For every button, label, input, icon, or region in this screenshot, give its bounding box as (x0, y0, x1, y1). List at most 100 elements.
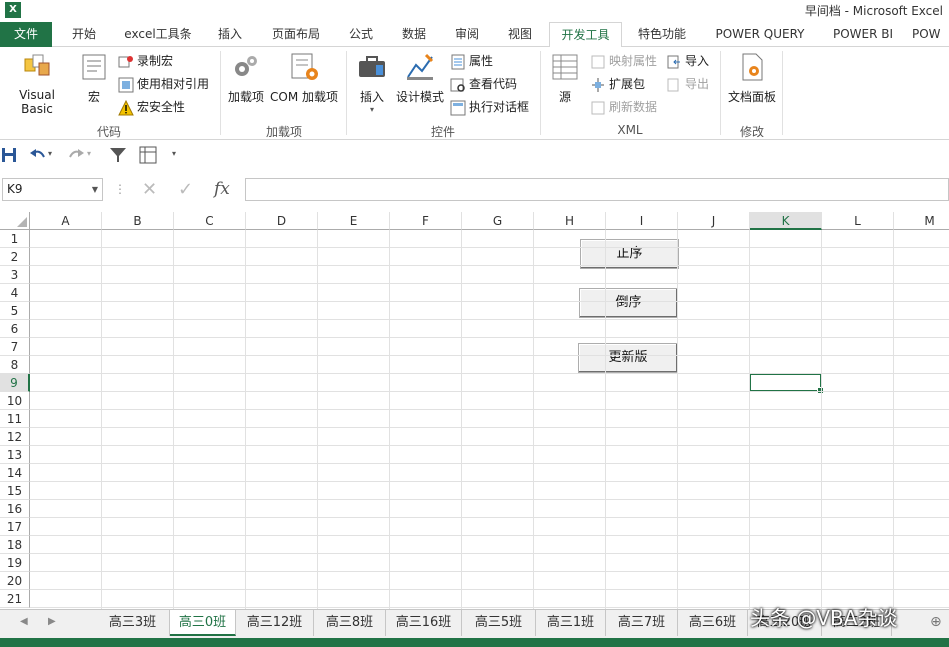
worksheet-grid[interactable]: ABCDEFGHIJKLM 1 2 3 4 5 6 7 8 9 10 11 12 13 14 15 16 17 1… (0, 212, 949, 609)
prev-sheet-icon[interactable]: ◀ (20, 616, 28, 627)
row-header[interactable]: 5 (0, 302, 30, 320)
document-panel-button[interactable]: 文档面板 (724, 51, 780, 105)
xml-import-button[interactable]: 导入 (666, 51, 709, 71)
tab-developer[interactable]: 开发工具 (549, 22, 622, 48)
row-header[interactable]: 3 (0, 266, 30, 284)
row-header[interactable]: 7 (0, 338, 30, 356)
macros-button[interactable]: 宏 (76, 51, 112, 105)
insert-control-button[interactable]: 插入 ▾ (352, 51, 392, 114)
row-header[interactable]: 11 (0, 410, 30, 428)
tab-power-bi[interactable]: POWER BI (824, 22, 902, 47)
sheet-tab[interactable]: 高三5班 (462, 610, 536, 636)
column-header[interactable]: M (894, 212, 949, 230)
row-header[interactable]: 6 (0, 320, 30, 338)
select-all-corner[interactable] (0, 212, 30, 230)
undo-icon[interactable] (28, 145, 48, 165)
sort-desc-button[interactable]: 倒序 (579, 288, 678, 318)
tab-home[interactable]: 开始 (60, 22, 108, 47)
formula-input[interactable] (245, 178, 949, 201)
design-mode-button[interactable]: 设计模式 (394, 51, 446, 105)
row-header[interactable]: 15 (0, 482, 30, 500)
sheet-tab[interactable]: 高三12班 (236, 610, 314, 636)
excel-app-icon[interactable]: X (5, 2, 21, 18)
column-header[interactable]: B (102, 212, 174, 230)
column-header[interactable]: A (30, 212, 102, 230)
refresh-data-button[interactable]: 刷新数据 (590, 97, 657, 117)
relative-ref-button[interactable]: 使用相对引用 (118, 74, 209, 94)
sheet-tab[interactable]: 高三1班 (536, 610, 606, 636)
com-addins-button[interactable]: COM 加载项 (268, 51, 340, 105)
properties-button[interactable]: 属性 (450, 51, 493, 71)
add-sheet-icon[interactable]: ⊕ (930, 614, 942, 630)
expansion-packs-button[interactable]: 扩展包 (590, 74, 645, 94)
row-header[interactable]: 18 (0, 536, 30, 554)
row-header[interactable]: 9 (0, 374, 30, 392)
row-header[interactable]: 1 (0, 230, 30, 248)
xml-export-button[interactable]: 导出 (666, 74, 709, 94)
customize-qat-icon[interactable]: ▾ (172, 149, 176, 158)
filter-icon[interactable] (108, 145, 128, 165)
row-header[interactable]: 10 (0, 392, 30, 410)
save-icon[interactable] (0, 145, 20, 165)
pivot-icon[interactable] (138, 145, 158, 165)
tab-file[interactable]: 文件 (0, 22, 52, 47)
tab-formulas[interactable]: 公式 (340, 22, 382, 47)
column-header[interactable]: G (462, 212, 534, 230)
addins-button[interactable]: 加载项 (226, 51, 266, 105)
row-header[interactable]: 17 (0, 518, 30, 536)
column-header[interactable]: D (246, 212, 318, 230)
cell-area[interactable]: 正序 倒序 更新版 (30, 230, 949, 609)
map-properties-button[interactable]: 映射属性 (590, 51, 657, 71)
tab-data[interactable]: 数据 (392, 22, 436, 47)
row-header[interactable]: 14 (0, 464, 30, 482)
sheet-tab[interactable]: 高三7班 (606, 610, 678, 636)
visual-basic-button[interactable]: Visual Basic (2, 51, 72, 116)
active-cell[interactable] (749, 373, 824, 394)
next-sheet-icon[interactable]: ▶ (48, 616, 56, 627)
redo-dropdown-icon[interactable]: ▾ (87, 149, 91, 158)
row-header[interactable]: 4 (0, 284, 30, 302)
column-header[interactable]: H (534, 212, 606, 230)
column-header[interactable]: L (822, 212, 894, 230)
enter-icon[interactable]: ✓ (178, 179, 193, 200)
record-macro-button[interactable]: 录制宏 (118, 51, 173, 71)
insert-function-icon[interactable]: fx (214, 179, 230, 199)
tab-power-query[interactable]: POWER QUERY (706, 22, 814, 47)
macro-security-button[interactable]: 宏安全性 (118, 97, 185, 117)
row-header[interactable]: 19 (0, 554, 30, 572)
tab-page-layout[interactable]: 页面布局 (262, 22, 330, 47)
row-header[interactable]: 20 (0, 572, 30, 590)
tab-review[interactable]: 审阅 (446, 22, 488, 47)
run-dialog-button[interactable]: 执行对话框 (450, 97, 529, 117)
column-header[interactable]: I (606, 212, 678, 230)
column-header[interactable]: C (174, 212, 246, 230)
sheet-tab[interactable]: 高三6班 (678, 610, 748, 636)
row-header[interactable]: 12 (0, 428, 30, 446)
tab-view[interactable]: 视图 (498, 22, 542, 47)
view-code-button[interactable]: 查看代码 (450, 74, 517, 94)
column-header[interactable]: E (318, 212, 390, 230)
column-header[interactable]: J (678, 212, 750, 230)
tab-excel-toolbar[interactable]: excel工具条 (116, 22, 200, 47)
redo-icon[interactable] (66, 145, 86, 165)
sheet-tab[interactable]: 高三0班 (170, 610, 236, 636)
row-header[interactable]: 8 (0, 356, 30, 374)
row-header[interactable]: 21 (0, 590, 30, 608)
column-header[interactable]: F (390, 212, 462, 230)
name-box[interactable]: K9 ▼ (2, 178, 103, 201)
row-header[interactable]: 13 (0, 446, 30, 464)
column-header[interactable]: K (750, 212, 822, 230)
row-header[interactable]: 2 (0, 248, 30, 266)
sheet-tab[interactable]: 高三16班 (386, 610, 462, 636)
tab-special[interactable]: 特色功能 (628, 22, 696, 47)
chevron-down-icon[interactable]: ▼ (92, 179, 98, 200)
sheet-tab[interactable]: 高三8班 (314, 610, 386, 636)
cancel-icon[interactable]: ✕ (142, 179, 157, 200)
undo-dropdown-icon[interactable]: ▾ (48, 149, 52, 158)
tab-insert[interactable]: 插入 (208, 22, 252, 47)
row-header[interactable]: 16 (0, 500, 30, 518)
xml-source-button[interactable]: 源 (546, 51, 584, 105)
tab-power-more[interactable]: POW (912, 22, 949, 47)
update-button[interactable]: 更新版 (578, 343, 678, 373)
sheet-tab[interactable]: 高三3班 (96, 610, 170, 636)
